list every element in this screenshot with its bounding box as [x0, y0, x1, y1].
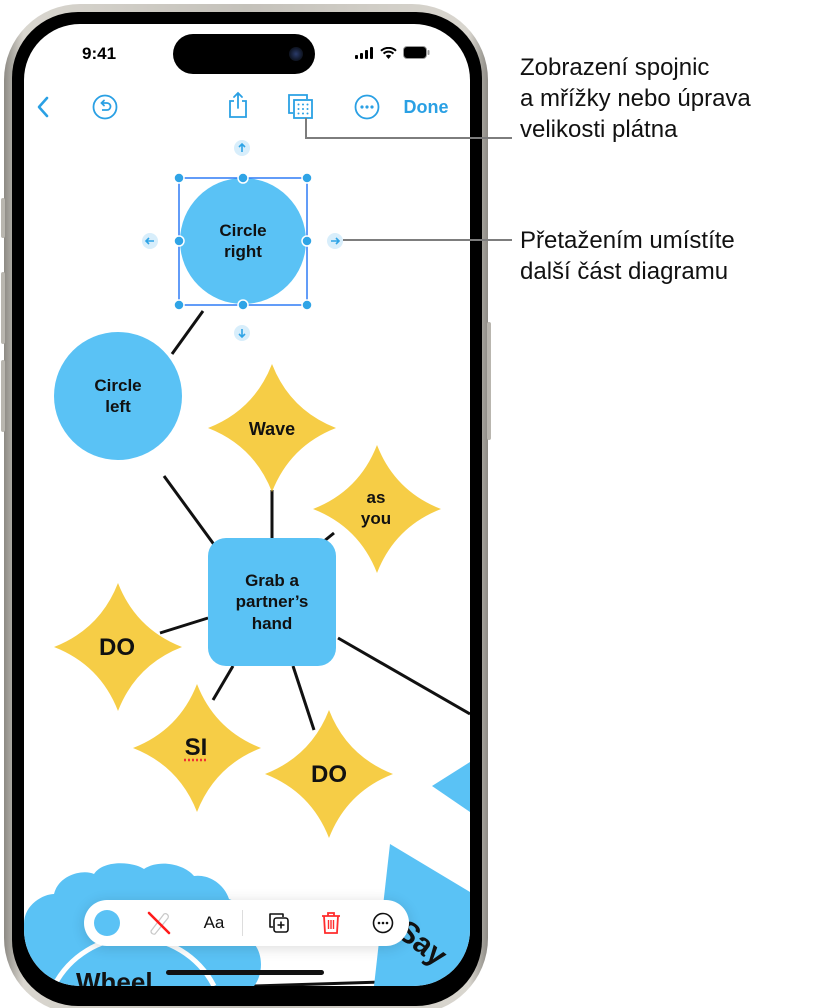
callout-line-view-options-vertical	[305, 118, 307, 138]
fill-color-button[interactable]	[90, 900, 124, 946]
shape-format-toolbar: Aa	[84, 900, 409, 946]
fill-color-swatch-icon	[94, 910, 120, 936]
wheel-label: Wheel	[76, 966, 153, 986]
connector-grab-to-right[interactable]	[337, 636, 470, 716]
offscreen-shape[interactable]	[432, 762, 470, 812]
callout-drag-connect: Přetažením umístíte další část diagramu	[520, 227, 735, 285]
battery-icon	[403, 46, 430, 59]
undo-button[interactable]	[90, 92, 120, 122]
connector-si-to-grab[interactable]	[211, 665, 235, 701]
label-line: hand	[251, 613, 293, 633]
undo-icon	[92, 94, 118, 120]
as-you-label: as you	[326, 482, 426, 534]
do-left-label: DO	[99, 634, 135, 661]
resize-handle-top[interactable]	[237, 172, 249, 184]
view-options-button[interactable]	[286, 92, 316, 122]
label-line: Circle	[219, 220, 267, 240]
connector-doleft-to-grab[interactable]	[159, 616, 209, 635]
do-bottom-label: DO	[311, 761, 347, 788]
no-stroke-icon	[147, 911, 171, 935]
callout-view-options: Zobrazení spojnic a mřížky nebo úprava v…	[520, 54, 751, 143]
label-line: Grab a	[245, 571, 299, 591]
label-line: partner’s	[235, 592, 309, 612]
dynamic-island	[173, 34, 315, 74]
share-button[interactable]	[223, 88, 253, 122]
resize-handle-bottom-left[interactable]	[173, 299, 185, 311]
power-button	[487, 322, 491, 440]
duplicate-icon	[269, 913, 289, 933]
circle-right-label: Circle right	[183, 214, 303, 268]
grab-hand-label: Grab a partner’s hand	[208, 564, 336, 640]
stroke-style-button[interactable]	[142, 900, 176, 946]
circle-left-label: Circle left	[58, 369, 178, 423]
toolbar-divider	[242, 910, 243, 936]
callout-line-view-options-horizontal	[305, 137, 512, 139]
connector-bottom[interactable]	[253, 980, 385, 986]
ellipsis-circle-icon	[372, 912, 394, 934]
shape-more-button[interactable]	[366, 900, 400, 946]
volume-down-button	[1, 360, 5, 432]
chevron-left-icon	[37, 96, 49, 118]
status-icons	[355, 46, 430, 59]
connect-arrow-left-icon[interactable]	[142, 233, 158, 249]
grid-layers-icon	[288, 94, 313, 119]
resize-handle-right[interactable]	[301, 235, 313, 247]
label-line: left	[105, 397, 131, 416]
connector-dobottom-to-grab[interactable]	[291, 665, 316, 731]
cellular-signal-icon	[355, 46, 373, 59]
status-time: 9:41	[82, 44, 117, 63]
volume-up-button	[1, 272, 5, 344]
duplicate-button[interactable]	[262, 900, 296, 946]
wave-label: Wave	[248, 418, 296, 439]
trash-icon	[322, 912, 340, 934]
done-button[interactable]: Done	[398, 92, 454, 122]
ellipsis-circle-icon	[354, 94, 380, 120]
label-line: right	[224, 242, 262, 261]
wifi-icon	[380, 46, 397, 59]
front-camera	[289, 47, 303, 61]
home-indicator[interactable]	[166, 970, 324, 975]
screen: Circle right Circle left Grab a partner’…	[24, 24, 470, 986]
label-line: Circle	[94, 375, 142, 395]
delete-button[interactable]	[314, 900, 348, 946]
text-style-button[interactable]: Aa	[194, 900, 234, 946]
more-button[interactable]	[352, 92, 382, 122]
connect-arrow-up-icon[interactable]	[234, 140, 250, 156]
share-icon	[229, 91, 247, 118]
callout-line-drag-connect	[343, 239, 512, 241]
resize-handle-top-left[interactable]	[173, 172, 185, 184]
resize-handle-bottom-right[interactable]	[301, 299, 313, 311]
connect-arrow-right-icon[interactable]	[327, 233, 343, 249]
resize-handle-bottom[interactable]	[237, 299, 249, 311]
label-line: as	[366, 487, 386, 507]
label-line: you	[360, 509, 392, 528]
connector-circle-right-to-left[interactable]	[170, 310, 205, 355]
resize-handle-top-right[interactable]	[301, 172, 313, 184]
connect-arrow-down-icon[interactable]	[234, 325, 250, 341]
back-button[interactable]	[28, 92, 58, 122]
si-label: SI	[184, 734, 208, 761]
action-button	[1, 198, 5, 238]
